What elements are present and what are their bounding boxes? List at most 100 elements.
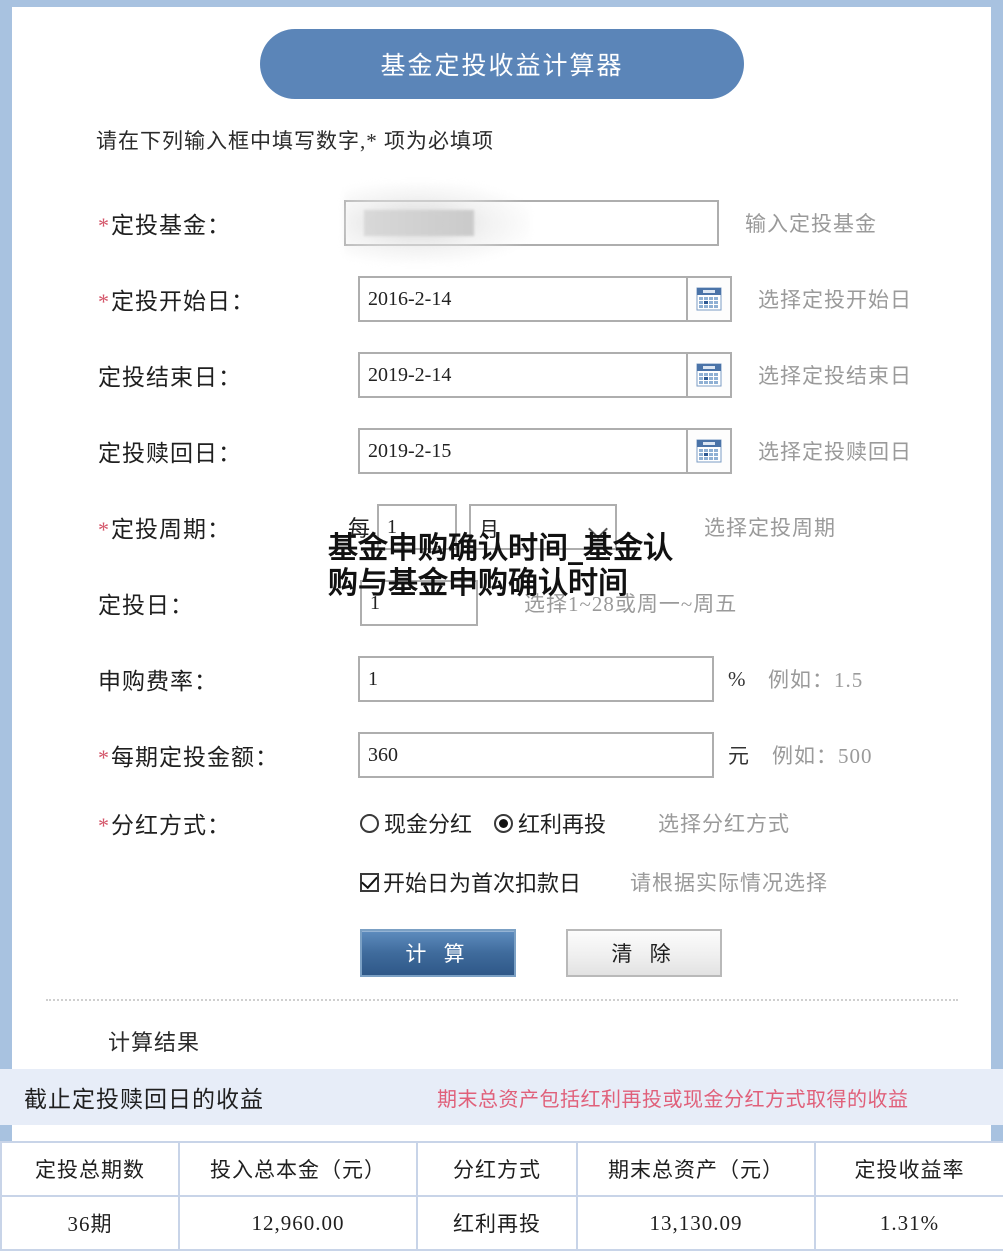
first-debit-group[interactable]: 开始日为首次扣款日 [360,866,581,898]
hint-end-date: 选择定投结束日 [758,364,912,388]
required-star: * [98,813,110,838]
amount-group[interactable]: 360 元 [358,732,749,778]
invest-day-group[interactable]: 1 [360,580,478,626]
redeem-date-group[interactable]: 2019-2-15 [358,428,732,474]
fund-input-group[interactable] [344,200,719,246]
required-star: * [98,213,110,238]
results-band-note: 期末总资产包括红利再投或现金分红方式取得的收益 [437,1088,909,1111]
title-banner: 基金定投收益计算器 [260,29,744,99]
label-fund: *定投基金： [98,213,231,238]
label-invest-day: 定投日： [98,593,194,618]
table-cell-principal: 12,960.00 [178,1195,418,1251]
table-cell-dividend-method: 红利再投 [416,1195,578,1251]
hint-start-date: 选择定投开始日 [758,288,912,312]
radio-reinvest[interactable]: 红利再投 [494,807,628,839]
hint-first-debit: 请根据实际情况选择 [630,871,828,895]
results-band-title: 截止定投赎回日的收益 [24,1087,264,1112]
calculate-button[interactable]: 计 算 [360,929,516,977]
label-fee-rate: 申购费率： [98,669,218,694]
form-row-fund: *定投基金： 输入定投基金 [12,183,991,263]
table-cell-final-assets: 13,130.09 [576,1195,816,1251]
required-star: * [98,517,110,542]
intro-text: 请在下列输入框中填写数字,* 项为必填项 [96,129,494,153]
form-row-first-debit: 开始日为首次扣款日 请根据实际情况选择 [12,853,991,911]
start-date-input[interactable]: 2016-2-14 [358,276,688,322]
calendar-icon-svg [696,439,722,463]
invest-day-input[interactable]: 1 [360,580,478,626]
chevron-down-icon [589,522,607,532]
amount-input[interactable]: 360 [358,732,714,778]
form-row-dividend: *分红方式： 现金分红 红利再投 选择分红方式 [12,793,991,853]
required-star: * [98,289,110,314]
hint-cycle: 选择定投周期 [704,516,836,540]
dividend-options: 现金分红 红利再投 [360,807,628,839]
form-row-start-date: *定投开始日： 2016-2-14 选择定投开始日 [12,261,991,337]
label-dividend: *分红方式： [98,813,231,838]
table-header-cell: 分红方式 [416,1141,578,1197]
form-row-fee-rate: 申购费率： 1 % 例如：1.5 [12,641,991,717]
amount-unit: 元 [728,744,749,768]
fee-rate-unit: % [728,666,746,691]
table-header-cell: 定投总期数 [0,1141,180,1197]
fee-rate-group[interactable]: 1 % [358,656,746,702]
hint-redeem-date: 选择定投赎回日 [758,440,912,464]
label-end-date: 定投结束日： [98,365,242,390]
label-amount: *每期定投金额： [98,745,279,770]
calendar-icon[interactable] [688,276,732,322]
cycle-group[interactable]: 每 1 月 [348,504,618,550]
table-header-cell: 投入总本金（元） [178,1141,418,1197]
start-date-group[interactable]: 2016-2-14 [358,276,732,322]
calendar-icon[interactable] [688,352,732,398]
calendar-icon-svg [696,363,722,387]
calculator-form: *定投基金： 输入定投基金 *定投开始日： 2016-2-14 选择定投开始日 … [12,183,991,911]
checkbox-first-debit[interactable]: 开始日为首次扣款日 [360,866,581,898]
table-cell-return-rate: 1.31% [814,1195,1003,1251]
calendar-icon[interactable] [688,428,732,474]
table-header-row: 定投总期数 投入总本金（元） 分红方式 期末总资产（元） 定投收益率 [0,1141,1003,1197]
radio-cash[interactable]: 现金分红 [360,807,494,839]
label-redeem-date: 定投赎回日： [98,441,242,466]
results-band: 截止定投赎回日的收益 期末总资产包括红利再投或现金分红方式取得的收益 [0,1069,1003,1125]
hint-fund: 输入定投基金 [745,212,877,236]
radio-cash-circle [360,813,379,833]
checkbox-label: 开始日为首次扣款日 [383,871,582,896]
end-date-group[interactable]: 2019-2-14 [358,352,732,398]
calendar-icon-svg [696,287,722,311]
form-row-amount: *每期定投金额： 360 元 例如：500 [12,717,991,793]
page-title: 基金定投收益计算器 [260,29,744,99]
results-table: 定投总期数 投入总本金（元） 分红方式 期末总资产（元） 定投收益率 36期 1… [0,1141,1003,1251]
end-date-input[interactable]: 2019-2-14 [358,352,688,398]
cycle-unit-value: 月 [479,518,500,541]
checkbox-box [360,872,379,892]
page-inner: 基金定投收益计算器 请在下列输入框中填写数字,* 项为必填项 *定投基金： 输入… [0,7,1003,1251]
radio-reinvest-label: 红利再投 [518,812,607,837]
hint-invest-day: 选择1~28或周一~周五 [524,592,738,616]
table-cell-periods: 36期 [0,1195,180,1251]
redeem-date-input[interactable]: 2019-2-15 [358,428,688,474]
label-cycle: *定投周期： [98,517,231,542]
page-frame: 基金定投收益计算器 请在下列输入框中填写数字,* 项为必填项 *定投基金： 输入… [0,0,1003,1251]
clear-button[interactable]: 清 除 [566,929,722,977]
form-row-redeem-date: 定投赎回日： 2019-2-15 选择定投赎回日 [12,413,991,489]
table-row: 36期 12,960.00 红利再投 13,130.09 1.31% [0,1195,1003,1251]
cycle-count-input[interactable]: 1 [377,504,458,550]
required-star: * [98,745,110,770]
hint-dividend: 选择分红方式 [658,812,790,836]
label-start-date: *定投开始日： [98,289,255,314]
fund-input[interactable] [344,200,719,246]
table-header-cell: 期末总资产（元） [576,1141,816,1197]
cycle-prefix: 每 [348,516,371,541]
fee-rate-input[interactable]: 1 [358,656,714,702]
form-row-end-date: 定投结束日： 2019-2-14 选择定投结束日 [12,337,991,413]
hint-amount: 例如：500 [772,744,873,768]
hint-fee-rate: 例如：1.5 [768,668,864,692]
form-actions: 计 算 清 除 [360,929,722,977]
radio-reinvest-circle [494,813,514,833]
section-divider [46,999,958,1001]
cycle-unit-select[interactable]: 月 [469,504,618,550]
form-row-cycle: *定投周期： 每 1 月 选择定投周期 [12,489,991,565]
results-heading: 计算结果 [108,1030,201,1055]
radio-cash-label: 现金分红 [384,812,473,837]
form-row-invest-day: 定投日： 1 选择1~28或周一~周五 [12,565,991,641]
table-header-cell: 定投收益率 [814,1141,1003,1197]
